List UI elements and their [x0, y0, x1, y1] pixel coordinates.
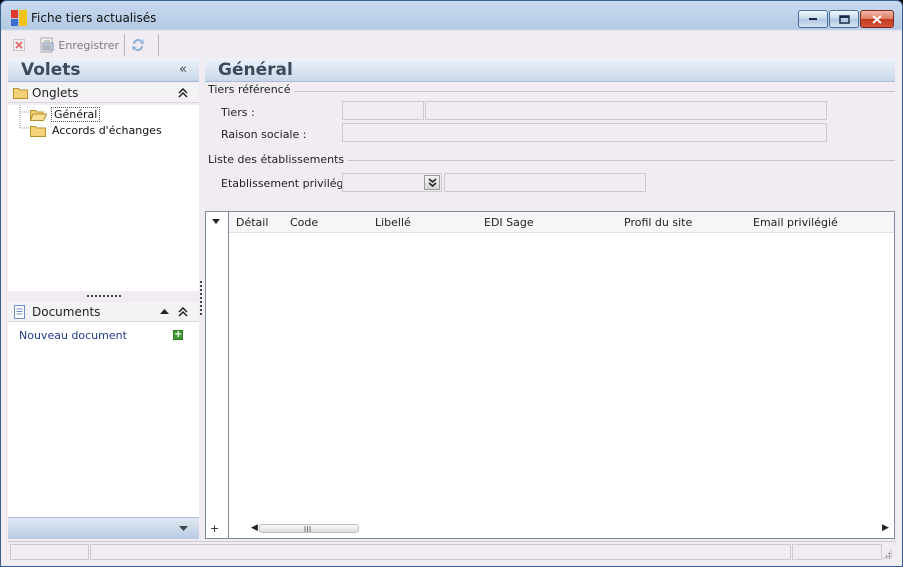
etablissements-grid[interactable]: + Détail Code Libellé EDI Sage Profil du… — [205, 211, 895, 539]
group-divider — [285, 91, 895, 92]
page-title: Général — [218, 60, 293, 80]
folder-icon — [13, 88, 28, 99]
restore-icon — [830, 11, 858, 27]
onglets-header[interactable]: Onglets — [8, 83, 199, 103]
tiers-code-field[interactable] — [342, 101, 424, 120]
minimize-icon — [799, 11, 827, 27]
etablissement-name-field[interactable] — [444, 173, 646, 192]
status-cell — [792, 544, 882, 560]
raison-sociale-label: Raison sociale : — [221, 128, 307, 141]
add-document-icon[interactable]: + — [173, 330, 183, 340]
new-document-link[interactable]: Nouveau document — [19, 329, 127, 342]
tree-item-general[interactable]: Général — [30, 106, 101, 122]
vertical-splitter-handle[interactable] — [200, 281, 202, 317]
etablissement-combo[interactable] — [342, 173, 442, 192]
save-label: Enregistrer — [58, 38, 119, 52]
toolbar-separator — [124, 34, 125, 56]
refresh-icon — [132, 39, 144, 52]
restore-button[interactable] — [829, 10, 859, 28]
resize-grip-icon[interactable] — [882, 549, 892, 559]
column-header-profil-site[interactable]: Profil du site — [624, 216, 692, 229]
column-header-detail[interactable]: Détail — [236, 216, 268, 229]
onglets-tree: Général Accords d'échanges — [8, 105, 199, 291]
double-chevron-up-icon[interactable] — [178, 307, 188, 317]
etablissements-group-title: Liste des établissements — [208, 153, 349, 166]
collapse-panel-icon[interactable]: « — [179, 62, 187, 77]
refresh-button[interactable] — [130, 35, 148, 55]
general-header: Général — [205, 58, 895, 82]
horizontal-scrollbar[interactable]: ◀ ▶ — [229, 520, 894, 538]
minimize-button[interactable] — [798, 10, 828, 28]
volets-title: Volets — [21, 60, 81, 80]
scroll-left-icon[interactable]: ◀ — [251, 523, 258, 533]
open-folder-icon — [30, 109, 47, 121]
tree-item-accords[interactable]: Accords d'échanges — [30, 122, 164, 138]
column-header-email[interactable]: Email privilégié — [753, 216, 838, 229]
grid-row-header: + — [206, 212, 229, 538]
close-button[interactable] — [860, 10, 894, 28]
document-icon — [14, 305, 25, 319]
close-icon — [861, 11, 893, 27]
toolbar-separator — [158, 34, 159, 56]
tree-item-label: Accords d'échanges — [52, 123, 162, 137]
title-bar: Fiche tiers actualisés — [1, 1, 902, 31]
panel-splitter-handle[interactable] — [87, 295, 123, 297]
chevron-up-icon[interactable] — [160, 308, 169, 315]
tiers-name-field[interactable] — [425, 101, 827, 120]
chevron-down-icon[interactable] — [179, 526, 188, 532]
save-button[interactable]: Enregistrer — [39, 35, 119, 55]
raison-sociale-field[interactable] — [342, 123, 827, 142]
column-header-code[interactable]: Code — [290, 216, 318, 229]
volets-footer — [8, 517, 199, 539]
app-icon — [11, 10, 27, 26]
grip-lines-icon — [304, 526, 311, 532]
delete-button[interactable] — [13, 35, 27, 55]
scroll-thumb[interactable] — [259, 524, 359, 533]
double-chevron-up-icon[interactable] — [178, 88, 188, 98]
tiers-label: Tiers : — [221, 106, 255, 119]
column-header-edi-sage[interactable]: EDI Sage — [484, 216, 534, 229]
documents-body: Nouveau document + — [8, 322, 199, 517]
general-panel: Général Tiers référencé Tiers : Raison s… — [205, 58, 895, 539]
grid-header: Détail Code Libellé EDI Sage Profil du s… — [229, 212, 894, 233]
column-header-libelle[interactable]: Libellé — [375, 216, 411, 229]
save-document-icon — [40, 37, 54, 53]
toolbar: Enregistrer — [8, 31, 896, 58]
tiers-group-title: Tiers référencé — [208, 83, 295, 96]
add-row-icon[interactable]: + — [210, 522, 219, 535]
combo-dropdown-button[interactable] — [424, 175, 440, 190]
status-cell — [10, 544, 89, 560]
documents-label: Documents — [32, 305, 101, 319]
tree-item-label: Général — [51, 106, 101, 122]
etablissement-label: Etablissement privilégié : — [221, 177, 361, 190]
group-divider — [323, 160, 895, 161]
status-cell — [90, 544, 791, 560]
folder-icon — [30, 125, 46, 137]
documents-header[interactable]: Documents — [8, 302, 199, 322]
main-window: Fiche tiers actualisés Enregistrer Volet… — [0, 0, 903, 567]
delete-icon — [13, 39, 25, 51]
status-bar — [8, 541, 896, 561]
volets-panel: Volets « Onglets Général Accords d'échan… — [8, 58, 199, 539]
column-chooser-icon[interactable] — [212, 219, 220, 224]
window-title: Fiche tiers actualisés — [31, 11, 157, 25]
scroll-right-icon[interactable]: ▶ — [882, 523, 889, 533]
volets-header: Volets « — [8, 58, 199, 82]
onglets-label: Onglets — [32, 86, 79, 100]
double-chevron-down-icon — [427, 178, 437, 187]
